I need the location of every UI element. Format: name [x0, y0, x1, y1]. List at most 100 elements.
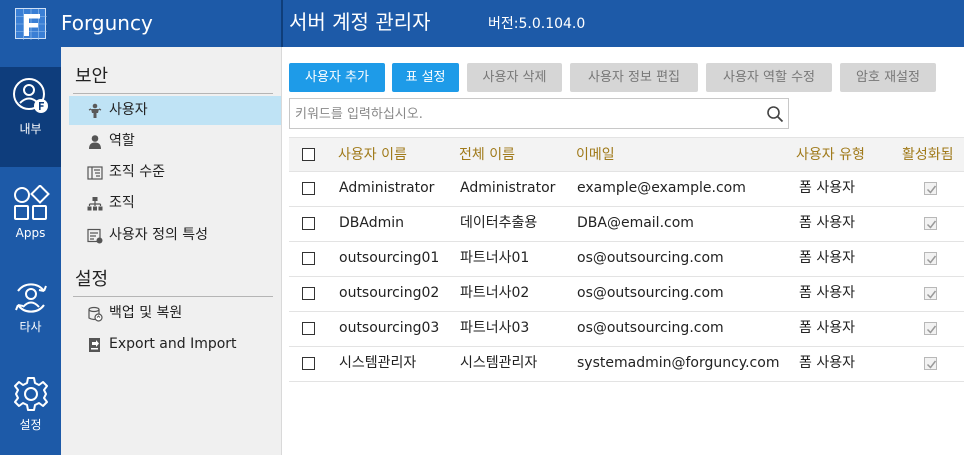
third-party-user-icon	[15, 283, 47, 313]
cell-email: DBA@email.com	[577, 215, 694, 231]
row-select-checkbox[interactable]	[302, 252, 315, 265]
nav-item-label: 역할	[109, 133, 135, 149]
checkmark-icon	[926, 255, 937, 264]
export-import-icon	[89, 338, 100, 352]
gear-icon	[14, 377, 48, 411]
row-select-checkbox[interactable]	[302, 357, 315, 370]
cell-email: os@outsourcing.com	[577, 285, 724, 301]
cell-fullname: 파트너사02	[460, 285, 530, 301]
column-header-enabled[interactable]: 활성화됨	[902, 146, 954, 165]
nav-item-label: Export and Import	[109, 336, 237, 352]
cell-fullname: Administrator	[460, 180, 556, 196]
column-header-user-type[interactable]: 사용자 유형	[796, 146, 865, 165]
rail-item-apps[interactable]: Apps	[0, 175, 61, 255]
cell-username: Administrator	[339, 180, 435, 196]
rail-item-label: 내부	[19, 122, 42, 136]
table-row[interactable]: outsourcing03 파트너사03 os@outsourcing.com 폼 사…	[289, 312, 964, 347]
cell-user-type: 폼 사용자	[799, 320, 855, 336]
custom-property-icon	[87, 228, 103, 244]
nav-item-org-levels[interactable]: 조직 수준	[69, 158, 281, 187]
cell-email: os@outsourcing.com	[577, 250, 724, 266]
nav-item-organization[interactable]: 조직	[69, 189, 281, 218]
enabled-checkbox	[924, 252, 937, 265]
cell-user-type: 폼 사용자	[799, 355, 855, 371]
row-select-checkbox[interactable]	[302, 287, 315, 300]
table-row[interactable]: outsourcing01 파트너사01 os@outsourcing.com 폼 사…	[289, 242, 964, 277]
row-select-checkbox[interactable]	[302, 217, 315, 230]
side-nav: 보안 사용자 역할 조직 수준 조직 사용자 정의 특성 설정 백업 및 복원 …	[61, 47, 282, 455]
rail-item-label: 설정	[19, 418, 42, 432]
apps-icon	[14, 185, 50, 220]
cell-username: outsourcing01	[339, 250, 440, 266]
column-header-username[interactable]: 사용자 이름	[338, 146, 407, 165]
page-title: 서버 계정 관리자	[289, 10, 431, 34]
table-row[interactable]: DBAdmin 데이터추출용 DBA@email.com 폼 사용자	[289, 207, 964, 242]
section-divider	[73, 93, 273, 94]
nav-item-backup-restore[interactable]: 백업 및 복원	[69, 299, 281, 328]
column-header-email[interactable]: 이메일	[576, 146, 615, 165]
cell-username: outsourcing02	[339, 285, 440, 301]
table-row[interactable]: Administrator Administrator example@exampl…	[289, 172, 964, 207]
header-divider	[281, 0, 283, 47]
cell-user-type: 폼 사용자	[799, 285, 855, 301]
reset-password-button[interactable]: 암호 재설정	[840, 63, 936, 92]
row-select-checkbox[interactable]	[302, 322, 315, 335]
table-header: 사용자 이름 전체 이름 이메일 사용자 유형 활성화됨	[289, 137, 964, 172]
forguncy-logo-icon	[15, 8, 47, 40]
section-title-security: 보안	[75, 66, 109, 87]
rail-item-label: Apps	[15, 226, 46, 240]
rail-item-internal[interactable]: 내부	[0, 67, 61, 167]
cell-user-type: 폼 사용자	[799, 250, 855, 266]
table-settings-button[interactable]: 표 설정	[392, 63, 459, 92]
checkmark-icon	[926, 325, 937, 334]
cell-email: os@outsourcing.com	[577, 320, 724, 336]
enabled-checkbox	[924, 357, 937, 370]
main-content: 사용자 추가 표 설정 사용자 삭제 사용자 정보 편집 사용자 역할 수정 암…	[282, 47, 964, 455]
search-icon[interactable]	[766, 105, 784, 123]
edit-user-info-button[interactable]: 사용자 정보 편집	[570, 63, 698, 92]
enabled-checkbox	[924, 322, 937, 335]
rail-item-settings[interactable]: 설정	[0, 365, 61, 445]
cell-username: outsourcing03	[339, 320, 440, 336]
enabled-checkbox	[924, 287, 937, 300]
nav-item-users[interactable]: 사용자	[69, 96, 281, 125]
version-label: 버전:5.0.104.0	[488, 16, 586, 32]
add-user-button[interactable]: 사용자 추가	[289, 63, 385, 92]
nav-item-custom-properties[interactable]: 사용자 정의 특성	[69, 221, 281, 250]
cell-fullname: 시스템관리자	[460, 355, 538, 371]
cell-fullname: 파트너사03	[460, 320, 530, 336]
user-person-icon	[88, 103, 102, 118]
rail-item-third-party[interactable]: 타사	[0, 269, 61, 349]
nav-item-roles[interactable]: 역할	[69, 127, 281, 156]
select-all-checkbox[interactable]	[302, 148, 315, 161]
checkmark-icon	[926, 220, 937, 229]
cell-username: 시스템관리자	[339, 355, 417, 371]
edit-user-roles-button[interactable]: 사용자 역할 수정	[706, 63, 832, 92]
column-header-fullname[interactable]: 전체 이름	[459, 146, 515, 165]
cell-user-type: 폼 사용자	[799, 180, 855, 196]
delete-user-button[interactable]: 사용자 삭제	[467, 63, 562, 92]
nav-item-label: 조직	[109, 195, 135, 211]
checkmark-icon	[926, 360, 937, 369]
cell-fullname: 파트너사01	[460, 250, 530, 266]
enabled-checkbox	[924, 217, 937, 230]
cell-fullname: 데이터추출용	[460, 215, 538, 231]
search-input[interactable]	[295, 104, 755, 124]
nav-item-label: 백업 및 복원	[109, 305, 183, 321]
app-name: Forguncy	[61, 11, 153, 35]
nav-item-label: 사용자	[109, 102, 148, 118]
icon-rail: 내부 Apps 타사 설정	[0, 47, 61, 455]
checkmark-icon	[926, 185, 937, 194]
checkmark-icon	[926, 290, 937, 299]
nav-item-export-import[interactable]: Export and Import	[69, 330, 281, 359]
role-icon	[89, 135, 101, 149]
table-row[interactable]: 시스템관리자 시스템관리자 systemadmin@forguncy.com 폼 사용…	[289, 347, 964, 382]
section-title-settings: 설정	[75, 269, 109, 290]
table-row[interactable]: outsourcing02 파트너사02 os@outsourcing.com 폼 사…	[289, 277, 964, 312]
search-box	[289, 98, 789, 129]
rail-item-label: 타사	[19, 320, 42, 334]
cell-email: systemadmin@forguncy.com	[577, 355, 780, 371]
nav-item-label: 조직 수준	[109, 164, 165, 180]
nav-item-label: 사용자 정의 특성	[109, 227, 209, 243]
row-select-checkbox[interactable]	[302, 182, 315, 195]
